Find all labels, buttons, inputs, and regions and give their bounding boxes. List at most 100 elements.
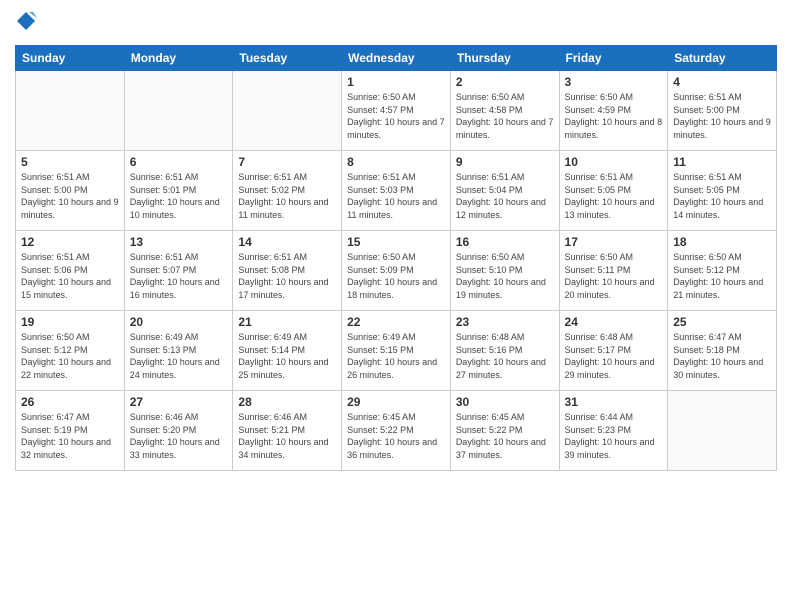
- day-number: 9: [456, 155, 554, 169]
- calendar-cell: 14 Sunrise: 6:51 AM Sunset: 5:08 PM Dayli…: [233, 231, 342, 311]
- calendar-cell: 20 Sunrise: 6:49 AM Sunset: 5:13 PM Dayli…: [124, 311, 233, 391]
- day-number: 12: [21, 235, 119, 249]
- day-info: Sunrise: 6:49 AM Sunset: 5:13 PM Dayligh…: [130, 331, 228, 381]
- week-row-4: 19 Sunrise: 6:50 AM Sunset: 5:12 PM Dayli…: [16, 311, 777, 391]
- weekday-header-tuesday: Tuesday: [233, 46, 342, 71]
- day-number: 16: [456, 235, 554, 249]
- day-info: Sunrise: 6:50 AM Sunset: 4:59 PM Dayligh…: [565, 91, 663, 141]
- calendar-cell: 3 Sunrise: 6:50 AM Sunset: 4:59 PM Daylig…: [559, 71, 668, 151]
- calendar-cell: 17 Sunrise: 6:50 AM Sunset: 5:11 PM Dayli…: [559, 231, 668, 311]
- day-number: 1: [347, 75, 445, 89]
- calendar-cell: 18 Sunrise: 6:50 AM Sunset: 5:12 PM Dayli…: [668, 231, 777, 311]
- day-info: Sunrise: 6:44 AM Sunset: 5:23 PM Dayligh…: [565, 411, 663, 461]
- day-number: 19: [21, 315, 119, 329]
- day-number: 31: [565, 395, 663, 409]
- week-row-1: 1 Sunrise: 6:50 AM Sunset: 4:57 PM Daylig…: [16, 71, 777, 151]
- day-info: Sunrise: 6:51 AM Sunset: 5:00 PM Dayligh…: [673, 91, 771, 141]
- day-info: Sunrise: 6:50 AM Sunset: 5:09 PM Dayligh…: [347, 251, 445, 301]
- calendar-table: SundayMondayTuesdayWednesdayThursdayFrid…: [15, 45, 777, 471]
- day-number: 3: [565, 75, 663, 89]
- calendar-cell: 1 Sunrise: 6:50 AM Sunset: 4:57 PM Daylig…: [342, 71, 451, 151]
- calendar-cell: 19 Sunrise: 6:50 AM Sunset: 5:12 PM Dayli…: [16, 311, 125, 391]
- day-info: Sunrise: 6:50 AM Sunset: 4:57 PM Dayligh…: [347, 91, 445, 141]
- calendar-cell: 30Sunrise: 6:45 AM Sunset: 5:22 PM Dayli…: [450, 391, 559, 471]
- calendar-cell: 23 Sunrise: 6:48 AM Sunset: 5:16 PM Dayli…: [450, 311, 559, 391]
- day-info: Sunrise: 6:50 AM Sunset: 5:10 PM Dayligh…: [456, 251, 554, 301]
- logo-icon: [15, 10, 37, 32]
- calendar-cell: [668, 391, 777, 471]
- day-number: 17: [565, 235, 663, 249]
- calendar-cell: 8Sunrise: 6:51 AM Sunset: 5:03 PM Daylig…: [342, 151, 451, 231]
- day-info: Sunrise: 6:47 AM Sunset: 5:19 PM Dayligh…: [21, 411, 119, 461]
- day-number: 28: [238, 395, 336, 409]
- calendar-cell: 9 Sunrise: 6:51 AM Sunset: 5:04 PM Daylig…: [450, 151, 559, 231]
- day-info: Sunrise: 6:48 AM Sunset: 5:16 PM Dayligh…: [456, 331, 554, 381]
- day-number: 25: [673, 315, 771, 329]
- calendar-cell: 12 Sunrise: 6:51 AM Sunset: 5:06 PM Dayli…: [16, 231, 125, 311]
- day-number: 22: [347, 315, 445, 329]
- day-number: 10: [565, 155, 663, 169]
- day-number: 8: [347, 155, 445, 169]
- day-info: Sunrise: 6:51 AM Sunset: 5:02 PM Dayligh…: [238, 171, 336, 221]
- day-info: Sunrise: 6:51 AM Sunset: 5:06 PM Dayligh…: [21, 251, 119, 301]
- day-number: 20: [130, 315, 228, 329]
- day-info: Sunrise: 6:47 AM Sunset: 5:18 PM Dayligh…: [673, 331, 771, 381]
- day-info: Sunrise: 6:51 AM Sunset: 5:08 PM Dayligh…: [238, 251, 336, 301]
- weekday-header-monday: Monday: [124, 46, 233, 71]
- day-number: 13: [130, 235, 228, 249]
- day-number: 14: [238, 235, 336, 249]
- calendar-cell: 29 Sunrise: 6:45 AM Sunset: 5:22 PM Dayli…: [342, 391, 451, 471]
- calendar-cell: 25 Sunrise: 6:47 AM Sunset: 5:18 PM Dayli…: [668, 311, 777, 391]
- day-number: 6: [130, 155, 228, 169]
- calendar-cell: [16, 71, 125, 151]
- day-number: 18: [673, 235, 771, 249]
- calendar-cell: 6 Sunrise: 6:51 AM Sunset: 5:01 PM Daylig…: [124, 151, 233, 231]
- day-info: Sunrise: 6:50 AM Sunset: 5:11 PM Dayligh…: [565, 251, 663, 301]
- calendar-cell: 24 Sunrise: 6:48 AM Sunset: 5:17 PM Dayli…: [559, 311, 668, 391]
- logo: [15, 10, 41, 37]
- day-number: 23: [456, 315, 554, 329]
- day-info: Sunrise: 6:50 AM Sunset: 4:58 PM Dayligh…: [456, 91, 554, 141]
- day-number: 29: [347, 395, 445, 409]
- calendar-cell: 7 Sunrise: 6:51 AM Sunset: 5:02 PM Daylig…: [233, 151, 342, 231]
- day-number: 15: [347, 235, 445, 249]
- calendar-cell: 27 Sunrise: 6:46 AM Sunset: 5:20 PM Dayli…: [124, 391, 233, 471]
- day-info: Sunrise: 6:49 AM Sunset: 5:15 PM Dayligh…: [347, 331, 445, 381]
- day-info: Sunrise: 6:51 AM Sunset: 5:01 PM Dayligh…: [130, 171, 228, 221]
- day-number: 4: [673, 75, 771, 89]
- weekday-header-sunday: Sunday: [16, 46, 125, 71]
- week-row-5: 26 Sunrise: 6:47 AM Sunset: 5:19 PM Dayli…: [16, 391, 777, 471]
- day-info: Sunrise: 6:51 AM Sunset: 5:04 PM Dayligh…: [456, 171, 554, 221]
- weekday-header-row: SundayMondayTuesdayWednesdayThursdayFrid…: [16, 46, 777, 71]
- day-info: Sunrise: 6:48 AM Sunset: 5:17 PM Dayligh…: [565, 331, 663, 381]
- day-info: Sunrise: 6:50 AM Sunset: 5:12 PM Dayligh…: [673, 251, 771, 301]
- header: [15, 10, 777, 37]
- day-info: Sunrise: 6:46 AM Sunset: 5:21 PM Dayligh…: [238, 411, 336, 461]
- calendar-cell: 10Sunrise: 6:51 AM Sunset: 5:05 PM Dayli…: [559, 151, 668, 231]
- calendar-cell: 11Sunrise: 6:51 AM Sunset: 5:05 PM Dayli…: [668, 151, 777, 231]
- day-number: 27: [130, 395, 228, 409]
- weekday-header-thursday: Thursday: [450, 46, 559, 71]
- week-row-2: 5Sunrise: 6:51 AM Sunset: 5:00 PM Daylig…: [16, 151, 777, 231]
- day-number: 7: [238, 155, 336, 169]
- weekday-header-wednesday: Wednesday: [342, 46, 451, 71]
- calendar-cell: 2 Sunrise: 6:50 AM Sunset: 4:58 PM Daylig…: [450, 71, 559, 151]
- calendar-cell: 26 Sunrise: 6:47 AM Sunset: 5:19 PM Dayli…: [16, 391, 125, 471]
- day-number: 2: [456, 75, 554, 89]
- calendar-cell: 21Sunrise: 6:49 AM Sunset: 5:14 PM Dayli…: [233, 311, 342, 391]
- day-info: Sunrise: 6:51 AM Sunset: 5:00 PM Dayligh…: [21, 171, 119, 221]
- calendar-cell: 31 Sunrise: 6:44 AM Sunset: 5:23 PM Dayli…: [559, 391, 668, 471]
- calendar-cell: 28 Sunrise: 6:46 AM Sunset: 5:21 PM Dayli…: [233, 391, 342, 471]
- day-number: 24: [565, 315, 663, 329]
- page: SundayMondayTuesdayWednesdayThursdayFrid…: [0, 0, 792, 612]
- day-number: 26: [21, 395, 119, 409]
- day-info: Sunrise: 6:45 AM Sunset: 5:22 PM Dayligh…: [347, 411, 445, 461]
- calendar-cell: 5Sunrise: 6:51 AM Sunset: 5:00 PM Daylig…: [16, 151, 125, 231]
- day-info: Sunrise: 6:49 AM Sunset: 5:14 PM Dayligh…: [238, 331, 336, 381]
- day-info: Sunrise: 6:51 AM Sunset: 5:07 PM Dayligh…: [130, 251, 228, 301]
- day-info: Sunrise: 6:51 AM Sunset: 5:05 PM Dayligh…: [673, 171, 771, 221]
- calendar-cell: [233, 71, 342, 151]
- week-row-3: 12 Sunrise: 6:51 AM Sunset: 5:06 PM Dayli…: [16, 231, 777, 311]
- day-info: Sunrise: 6:50 AM Sunset: 5:12 PM Dayligh…: [21, 331, 119, 381]
- day-info: Sunrise: 6:46 AM Sunset: 5:20 PM Dayligh…: [130, 411, 228, 461]
